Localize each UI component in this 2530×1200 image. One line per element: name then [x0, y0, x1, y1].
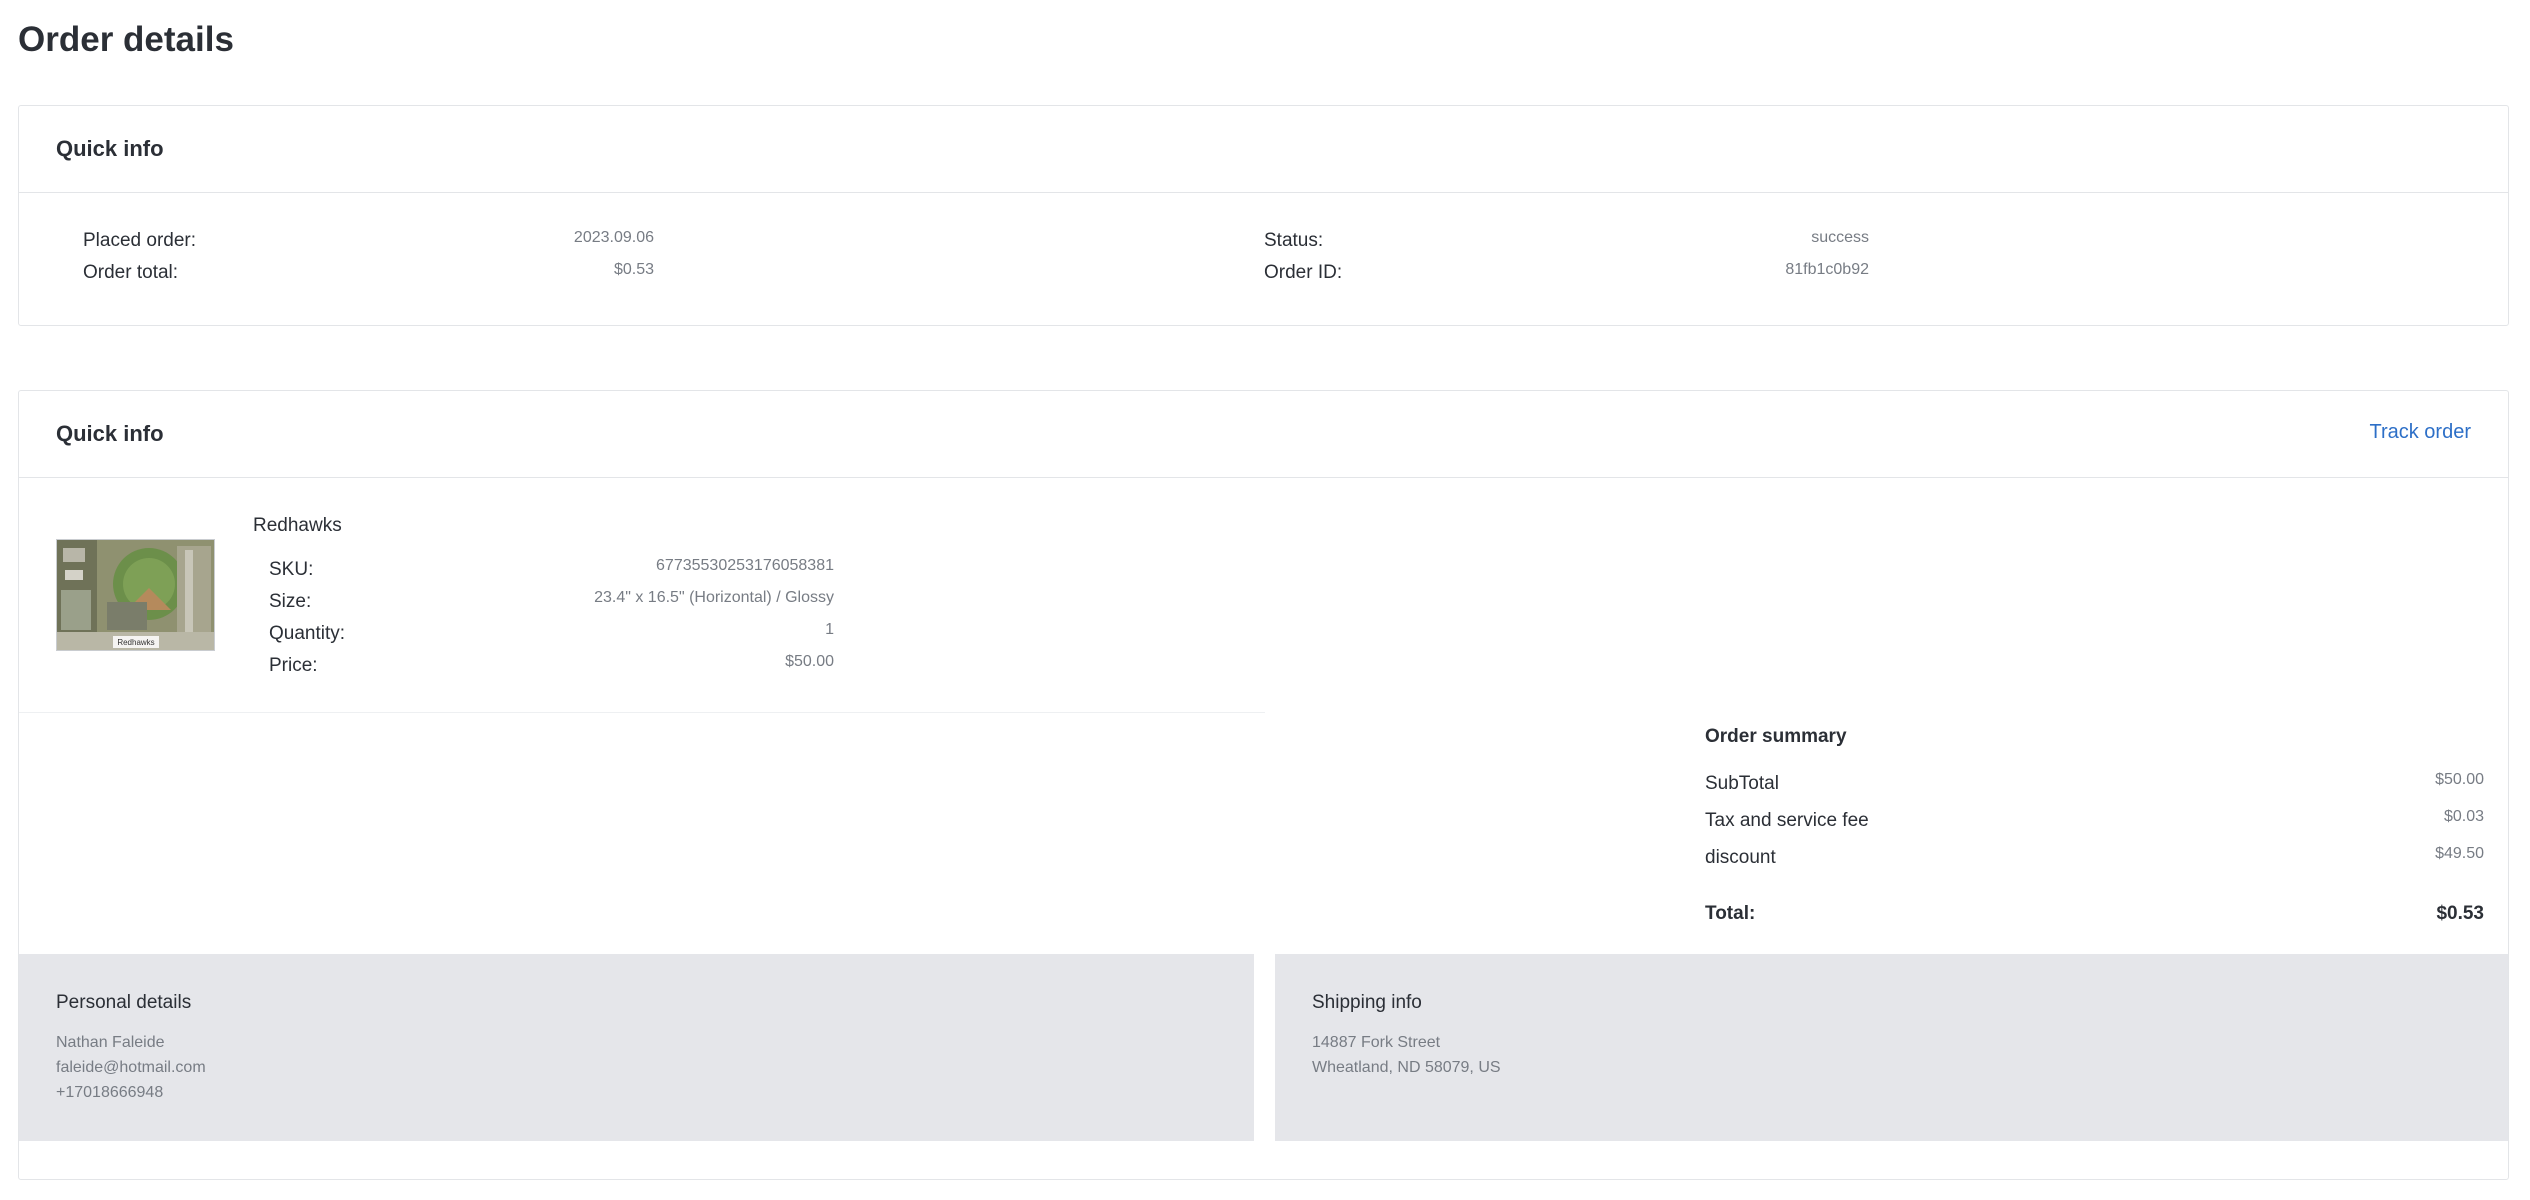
subtotal-value: $50.00: [2435, 771, 2484, 788]
track-order-link[interactable]: Track order: [2369, 421, 2471, 444]
quantity-label: Quantity:: [269, 623, 346, 644]
customer-email: faleide@hotmail.com: [56, 1059, 206, 1076]
placed-order-value: 2023.09.06: [573, 229, 654, 246]
aerial-photo-image: Redhawks: [57, 540, 214, 650]
size-label: Size:: [269, 591, 312, 612]
sku-label: SKU:: [269, 559, 314, 580]
tax-fee-value: $0.03: [2443, 808, 2484, 825]
discount-value: $49.50: [2435, 845, 2484, 862]
shipping-info-panel: Shipping info 14887 Fork Street Wheatlan…: [1275, 954, 2508, 1141]
quantity-value: 1: [825, 621, 834, 638]
order-items-card: Quick info Track order Redhawks Redhawks…: [18, 390, 2509, 1180]
shipping-info-title: Shipping info: [1312, 992, 1422, 1013]
divider: [19, 192, 2508, 193]
order-total-label: Order total:: [83, 262, 179, 283]
tax-fee-label: Tax and service fee: [1705, 810, 1869, 831]
price-value: $50.00: [785, 653, 834, 670]
order-id-label: Order ID:: [1264, 262, 1343, 283]
order-summary-title: Order summary: [1705, 726, 1847, 747]
personal-details-panel: Personal details Nathan Faleide faleide@…: [19, 954, 1254, 1141]
divider: [19, 477, 2508, 478]
personal-details-title: Personal details: [56, 992, 192, 1013]
price-label: Price:: [269, 655, 318, 676]
customer-name: Nathan Faleide: [56, 1034, 165, 1051]
shipping-address-line2: Wheatland, ND 58079, US: [1312, 1059, 1501, 1076]
size-value: 23.4" x 16.5" (Horizontal) / Glossy: [594, 589, 834, 606]
quick-info-title: Quick info: [56, 136, 164, 161]
shipping-address-line1: 14887 Fork Street: [1312, 1034, 1441, 1051]
placed-order-label: Placed order:: [83, 230, 197, 251]
thumbnail-caption: Redhawks: [117, 638, 154, 647]
quick-info-card: Quick info Placed order: 2023.09.06 Orde…: [18, 105, 2509, 326]
product-thumbnail[interactable]: Redhawks: [56, 539, 215, 651]
total-label: Total:: [1705, 903, 1756, 924]
status-label: Status:: [1264, 230, 1324, 251]
customer-phone: +17018666948: [56, 1084, 164, 1101]
status-value: success: [1811, 229, 1869, 246]
sku-value: 67735530253176058381: [656, 557, 834, 574]
order-total-value: $0.53: [613, 261, 654, 278]
order-id-value: 81fb1c0b92: [1785, 261, 1869, 278]
total-value: $0.53: [2436, 903, 2484, 924]
subtotal-label: SubTotal: [1705, 773, 1779, 794]
product-name: Redhawks: [253, 515, 342, 536]
item-divider: [19, 712, 1265, 713]
items-section-title: Quick info: [56, 421, 164, 446]
page-title: Order details: [18, 20, 234, 59]
discount-label: discount: [1705, 847, 1776, 868]
